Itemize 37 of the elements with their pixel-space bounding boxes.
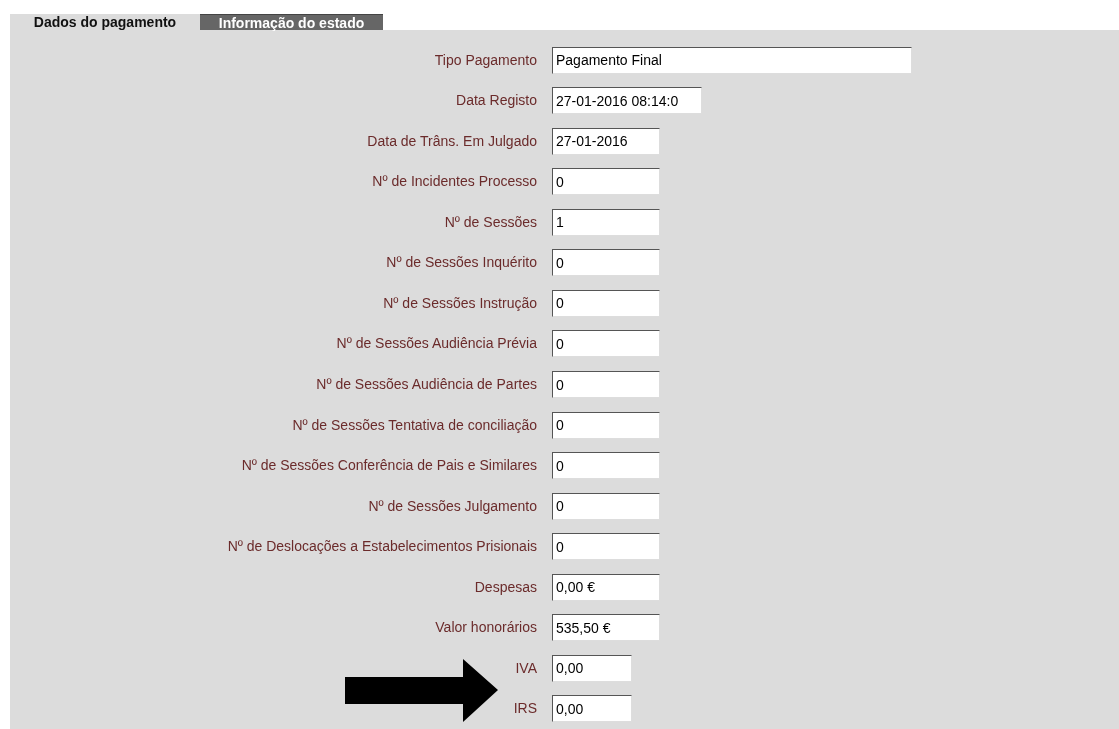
field-label: Nº de Deslocações a Estabelecimentos Prisionais [226, 537, 537, 557]
field-label: IVA [514, 658, 537, 678]
input-field[interactable]: 535,50 € [552, 614, 660, 642]
field-label: Nº de Sessões Conferência de Pais e Similares [240, 456, 537, 476]
input-field[interactable]: 27-01-2016 08:14:0 [552, 87, 702, 115]
field-label: Nº de Incidentes Processo [371, 172, 537, 192]
input-field[interactable]: 0 [552, 289, 660, 317]
field-label: Despesas [473, 577, 537, 597]
input-field[interactable]: 0,00 € [552, 573, 660, 601]
field-label: Nº de Sessões Instrução [382, 293, 537, 313]
input-field[interactable]: 27-01-2016 [552, 127, 660, 155]
input-field[interactable]: 0 [552, 452, 660, 480]
tab[interactable]: Informação do estado [200, 14, 383, 30]
input-field[interactable]: 0 [552, 492, 660, 520]
input-field[interactable]: Pagamento Final [552, 46, 912, 74]
input-field[interactable]: 0 [552, 168, 660, 196]
field-label: Nº de Sessões Julgamento [367, 496, 537, 516]
field-label: Nº de Sessões Audiência Prévia [335, 334, 537, 354]
input-field[interactable]: 0 [552, 371, 660, 398]
field-label: Nº de Sessões Tentativa de conciliação [291, 415, 537, 435]
field-label: IRS [512, 699, 537, 719]
input-field[interactable]: 0,00 [552, 654, 632, 682]
field-label: Nº de Sessões [443, 212, 537, 232]
field-label: Valor honorários [434, 618, 537, 638]
input-field[interactable]: 0 [552, 249, 660, 277]
input-field[interactable]: 0,00 [552, 695, 632, 723]
tab[interactable]: Dados do pagamento [10, 14, 200, 30]
field-label: Nº de Sessões Inquérito [385, 253, 537, 273]
arrow-icon [345, 659, 498, 722]
field-label: Data de Trâns. Em Julgado [366, 131, 537, 151]
input-field[interactable]: 0 [552, 533, 660, 561]
field-label: Data Registo [455, 91, 537, 111]
field-label: Tipo Pagamento [433, 50, 537, 70]
input-field[interactable]: 0 [552, 411, 660, 439]
field-label: Nº de Sessões Audiência de Partes [315, 375, 537, 394]
input-field[interactable]: 0 [552, 330, 660, 358]
input-field[interactable]: 1 [552, 208, 660, 236]
